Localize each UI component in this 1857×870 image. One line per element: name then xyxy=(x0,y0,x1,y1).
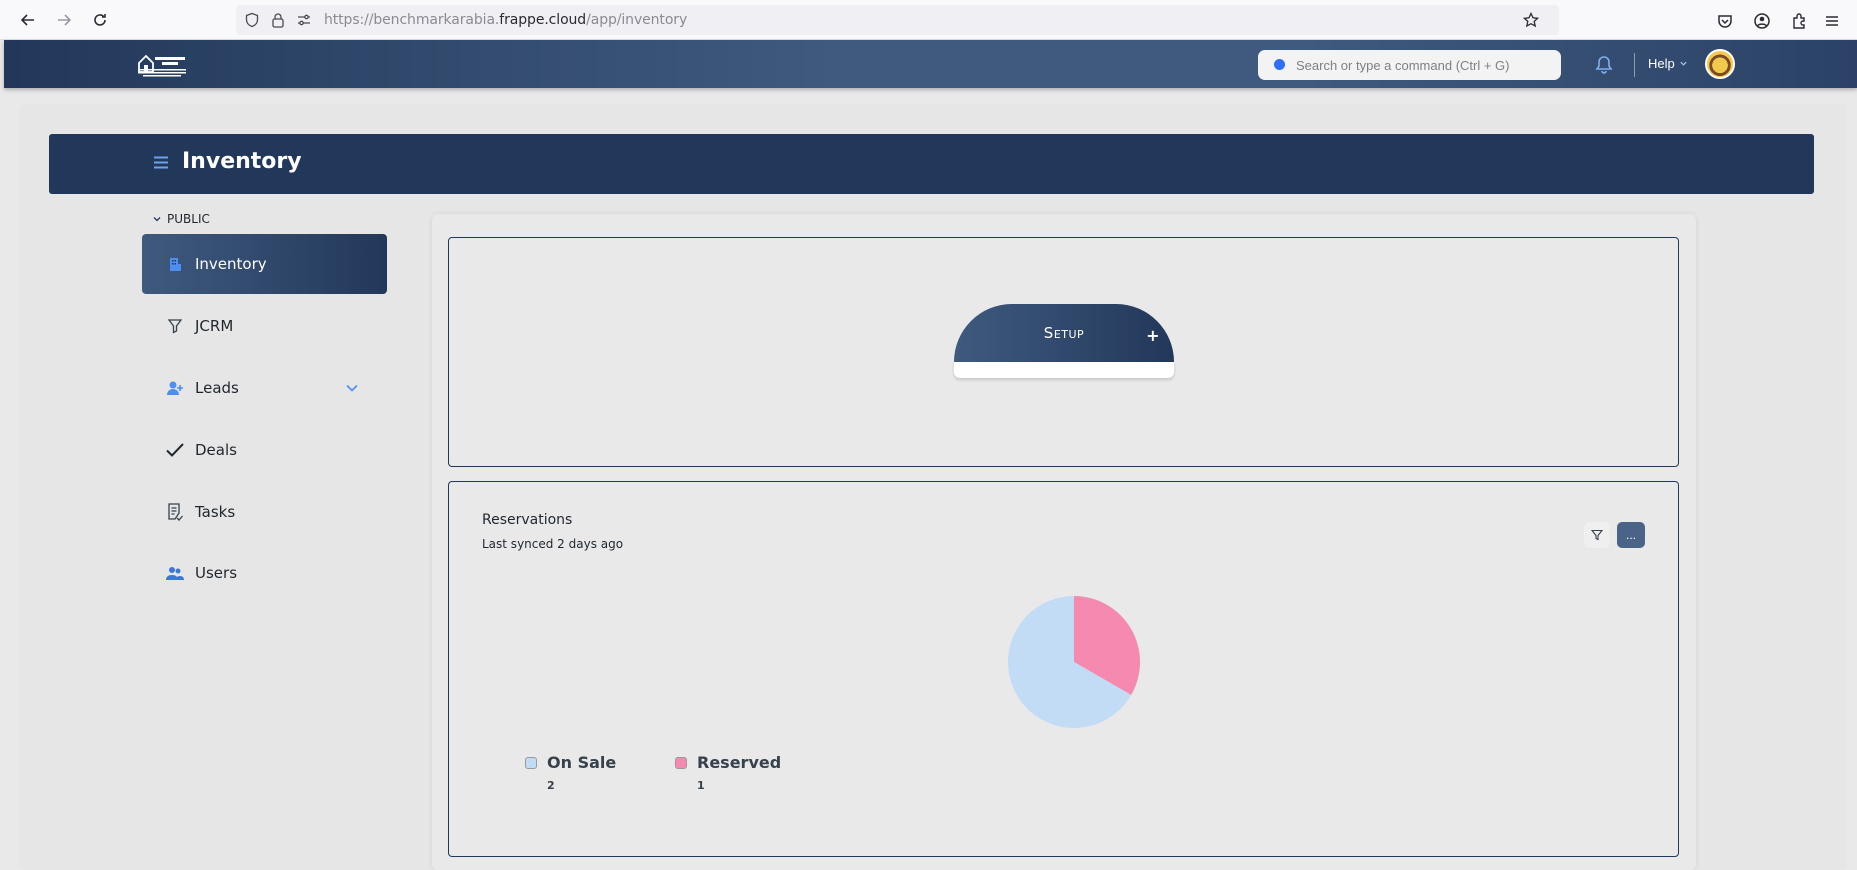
sidebar-item-label: Tasks xyxy=(195,503,236,521)
check-icon xyxy=(166,441,184,459)
back-button[interactable] xyxy=(16,8,40,32)
browser-toolbar: https://benchmarkarabia.frappe.cloud/app… xyxy=(0,0,1857,40)
sidebar-item-label: Deals xyxy=(195,441,237,459)
setup-label: Setup xyxy=(1043,324,1085,342)
back-arrow-icon xyxy=(20,14,34,26)
building-icon xyxy=(166,255,184,273)
plus-icon: + xyxy=(1146,326,1160,345)
navbar-divider xyxy=(1634,53,1635,77)
permissions-icon xyxy=(298,14,310,26)
legend-swatch xyxy=(525,757,537,769)
reservations-pie-chart[interactable] xyxy=(1007,595,1141,729)
chevron-down-icon xyxy=(1680,61,1687,66)
app-navbar: Help xyxy=(4,40,1857,88)
page-header: Inventory xyxy=(49,134,1814,194)
reload-icon xyxy=(94,14,106,26)
benchmark-arabia-logo[interactable] xyxy=(135,51,189,79)
hamburger-menu-icon[interactable] xyxy=(1823,12,1841,30)
notification-bell-icon[interactable] xyxy=(1595,55,1613,75)
reservations-chart-card: Reservations Last synced 2 days ago ... … xyxy=(448,481,1679,857)
sidebar-toggle-icon[interactable] xyxy=(154,156,168,169)
shield-icon xyxy=(245,12,259,28)
chart-title: Reservations xyxy=(482,512,573,528)
users-icon xyxy=(166,564,184,582)
section-label: PUBLIC xyxy=(167,212,210,226)
filter-icon xyxy=(166,317,184,335)
legend-value: 1 xyxy=(697,779,705,792)
url-bar[interactable]: https://benchmarkarabia.frappe.cloud/app… xyxy=(236,5,1559,35)
setup-shortcut[interactable]: Setup + xyxy=(954,304,1174,378)
sidebar-item-label: Leads xyxy=(195,379,239,397)
user-avatar[interactable] xyxy=(1705,49,1735,79)
legend-label: On Sale xyxy=(547,753,617,772)
setup-base xyxy=(954,362,1174,378)
page-title: Inventory xyxy=(182,149,302,174)
user-icon xyxy=(166,379,184,397)
sidebar-item-jcrm[interactable]: JCRM xyxy=(142,296,387,356)
task-icon xyxy=(166,503,184,521)
more-icon: ... xyxy=(1625,528,1636,542)
setup-button[interactable]: Setup + xyxy=(954,304,1174,362)
extensions-icon[interactable] xyxy=(1790,12,1808,30)
legend-swatch xyxy=(675,757,687,769)
sidebar-item-label: JCRM xyxy=(195,317,234,335)
chevron-down-icon xyxy=(153,217,161,222)
sidebar-item-tasks[interactable]: Tasks xyxy=(142,482,387,542)
help-label: Help xyxy=(1648,56,1675,71)
sidebar-item-label: Inventory xyxy=(195,255,267,273)
sidebar-item-leads[interactable]: Leads xyxy=(142,358,387,418)
setup-card: Setup + xyxy=(448,237,1679,467)
chart-filter-button[interactable] xyxy=(1584,522,1610,548)
chart-subtitle: Last synced 2 days ago xyxy=(482,537,624,551)
filter-icon xyxy=(1591,529,1603,541)
url-text: https://benchmarkarabia.frappe.cloud/app… xyxy=(324,12,688,28)
account-icon[interactable] xyxy=(1753,12,1771,30)
sidebar-section-public[interactable]: PUBLIC xyxy=(152,212,210,226)
sidebar-item-label: Users xyxy=(195,564,238,582)
awesomebar-search[interactable] xyxy=(1258,50,1561,80)
sidebar-item-users[interactable]: Users xyxy=(142,543,387,603)
sidebar-item-inventory[interactable]: Inventory xyxy=(142,234,387,294)
pocket-icon[interactable] xyxy=(1716,12,1734,30)
forward-arrow-icon xyxy=(58,14,72,26)
legend-value: 2 xyxy=(547,779,555,792)
chart-options-button[interactable]: ... xyxy=(1617,522,1645,548)
search-icon xyxy=(1274,59,1285,70)
chevron-down-icon[interactable] xyxy=(345,381,359,395)
forward-button[interactable] xyxy=(52,8,76,32)
help-dropdown[interactable]: Help xyxy=(1648,56,1688,71)
lock-icon xyxy=(272,13,284,28)
bookmark-star-icon[interactable] xyxy=(1523,12,1539,28)
sidebar-item-deals[interactable]: Deals xyxy=(142,420,387,480)
reload-button[interactable] xyxy=(88,8,112,32)
search-input[interactable] xyxy=(1296,50,1551,80)
legend-label: Reserved xyxy=(697,753,782,772)
